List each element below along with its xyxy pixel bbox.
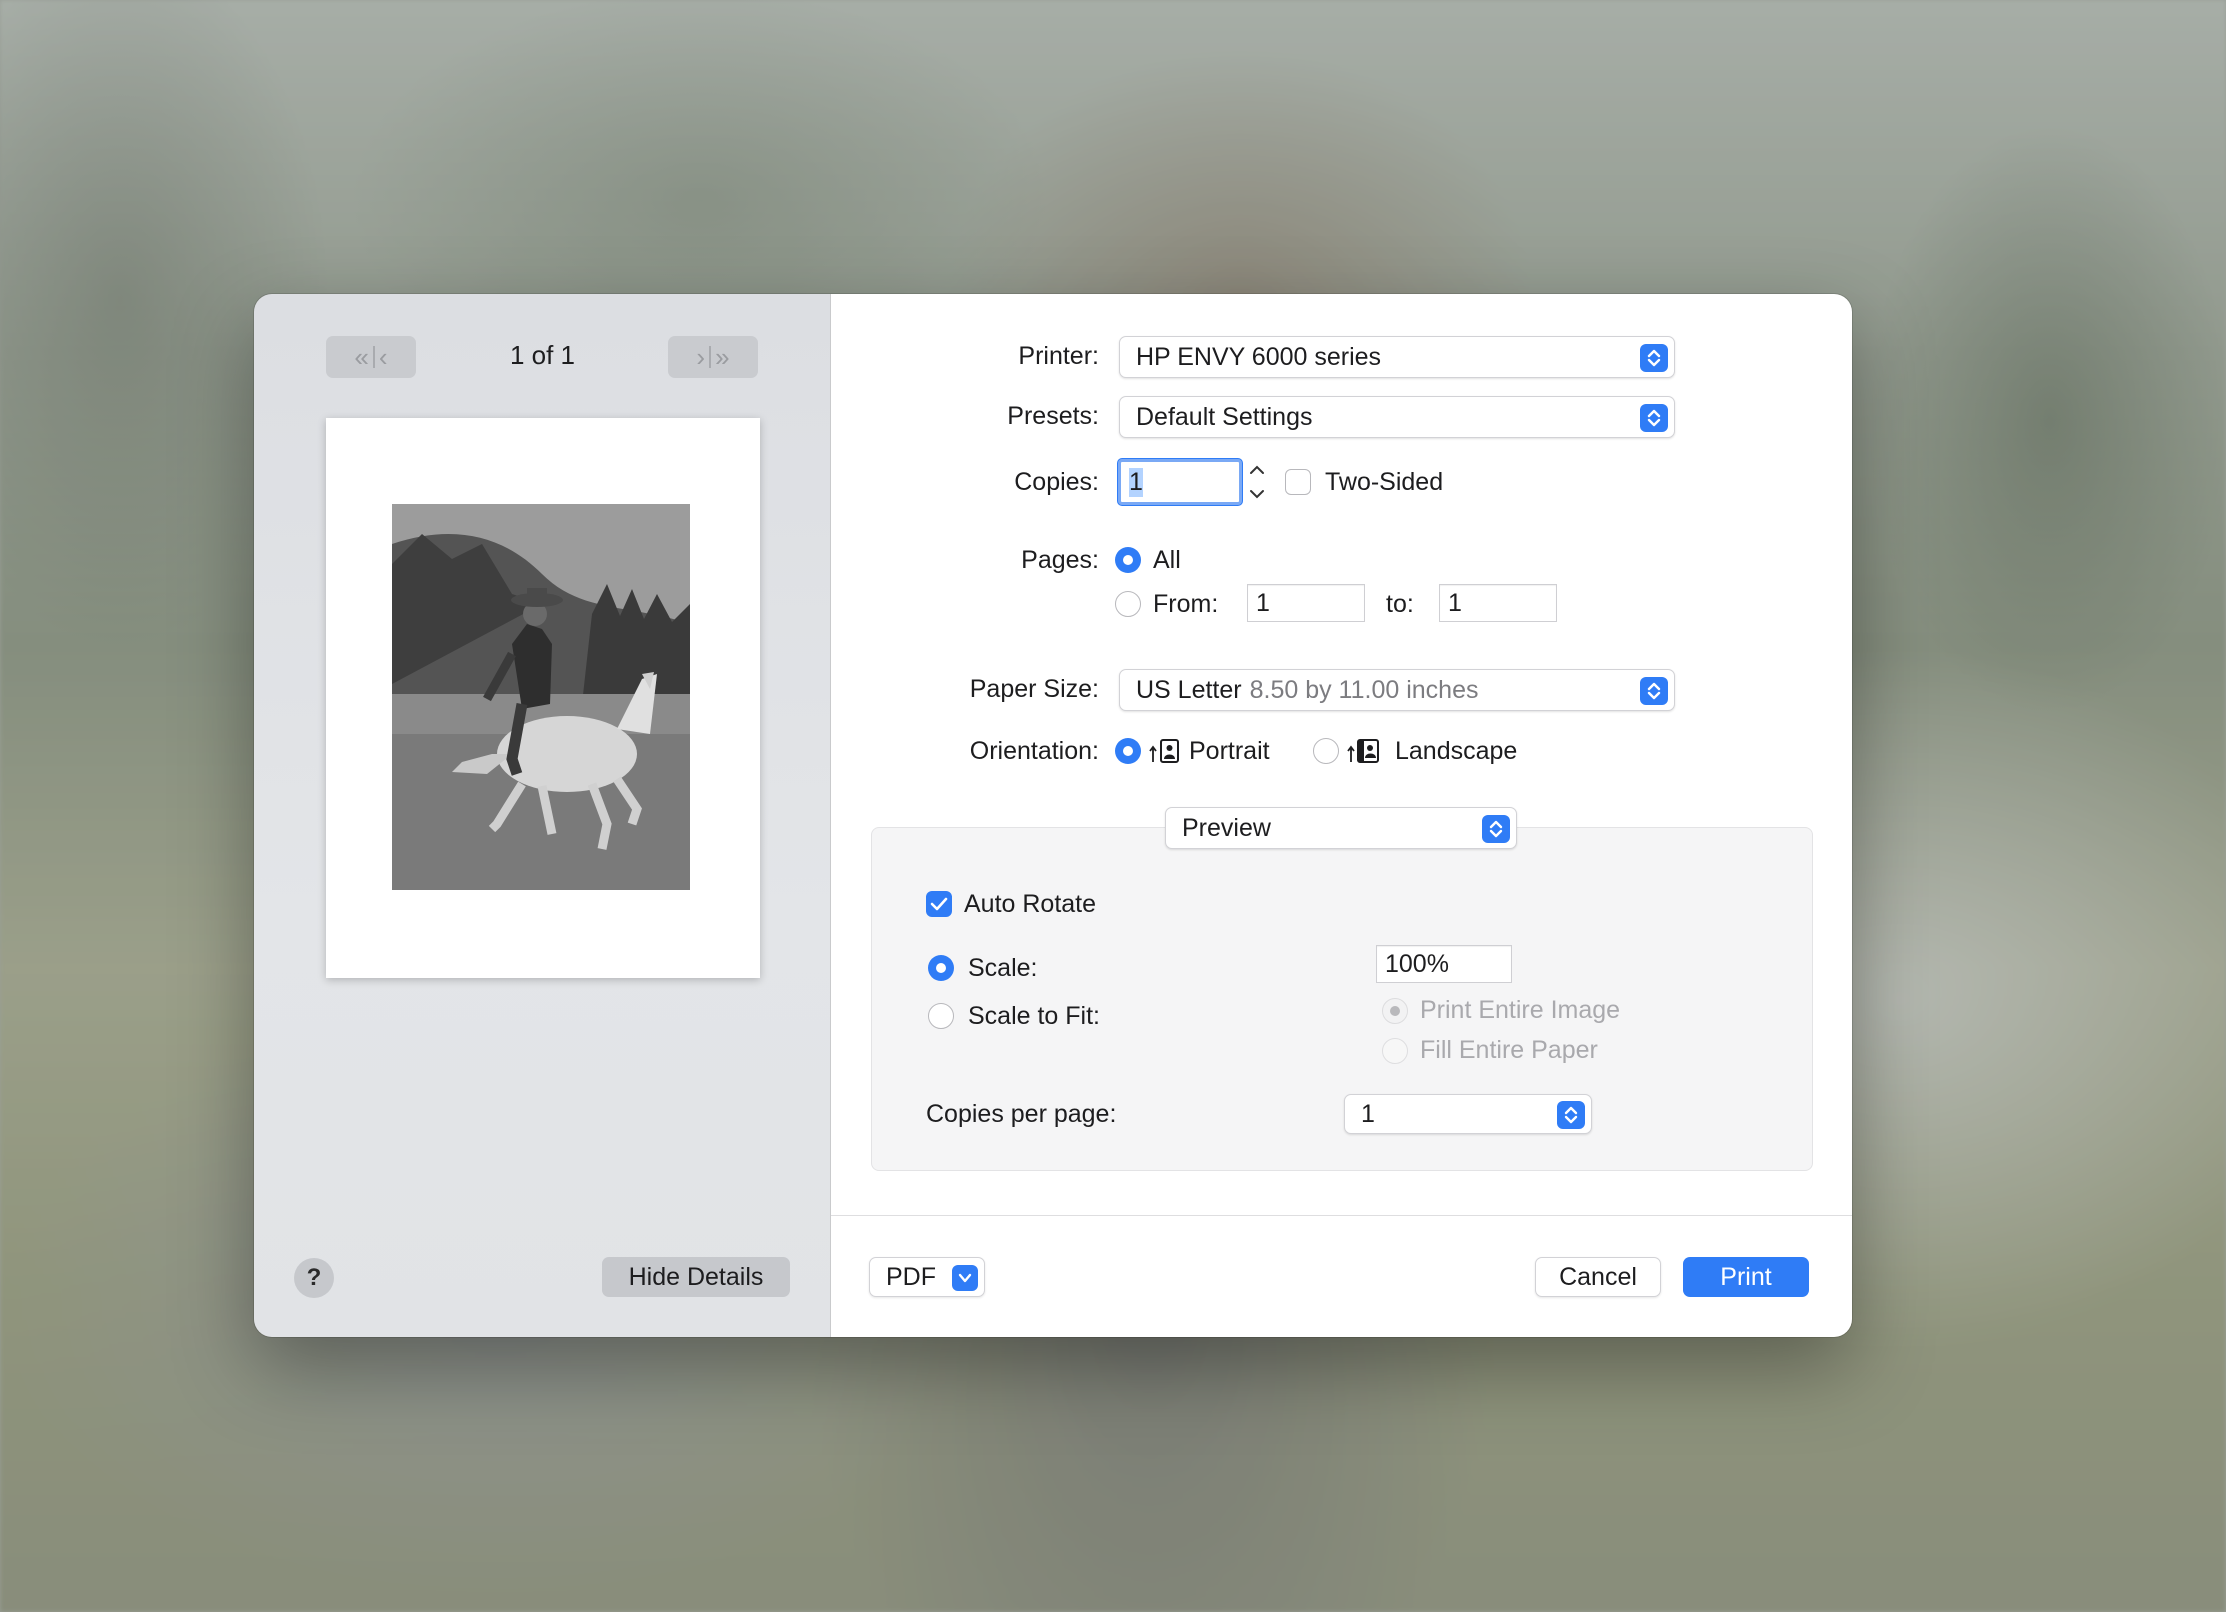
scale-value: 100% bbox=[1385, 949, 1449, 978]
preview-options-section: Auto Rotate Scale: 100% Scale to Fit: Pr… bbox=[871, 827, 1813, 1171]
popup-arrows-icon bbox=[1640, 404, 1668, 432]
printer-popup[interactable]: HP ENVY 6000 series bbox=[1119, 336, 1675, 378]
pages-to-value: 1 bbox=[1448, 588, 1462, 617]
auto-rotate-checkbox[interactable] bbox=[926, 891, 952, 917]
scale-label: Scale: bbox=[968, 954, 1038, 982]
checkmark-icon bbox=[930, 897, 948, 911]
rider-photo-illustration bbox=[392, 504, 690, 890]
last-page-icon[interactable]: » bbox=[715, 342, 729, 373]
print-entire-image-radio[interactable] bbox=[1382, 998, 1408, 1024]
page-forward-buttons[interactable]: › » bbox=[668, 336, 758, 378]
presets-label: Presets: bbox=[1007, 402, 1099, 430]
portrait-icon bbox=[1149, 739, 1179, 763]
pdf-menu-button[interactable]: PDF bbox=[869, 1257, 985, 1297]
pages-to-label: to: bbox=[1386, 590, 1414, 618]
print-entire-image-label: Print Entire Image bbox=[1420, 996, 1621, 1024]
scale-field[interactable]: 100% bbox=[1376, 945, 1512, 983]
two-sided-label: Two-Sided bbox=[1325, 468, 1444, 496]
footer-divider bbox=[831, 1215, 1852, 1216]
copies-value: 1 bbox=[1129, 467, 1143, 497]
pages-to-field[interactable]: 1 bbox=[1439, 584, 1557, 622]
printer-value: HP ENVY 6000 series bbox=[1136, 342, 1382, 371]
popup-arrows-icon bbox=[1640, 677, 1668, 705]
pages-from-radio[interactable] bbox=[1115, 591, 1141, 617]
next-page-icon[interactable]: › bbox=[696, 342, 705, 373]
print-button[interactable]: Print bbox=[1683, 1257, 1809, 1297]
help-button[interactable]: ? bbox=[294, 1258, 334, 1298]
paper-size-popup[interactable]: US Letter 8.50 by 11.00 inches bbox=[1119, 669, 1675, 711]
pages-label: Pages: bbox=[1021, 546, 1099, 574]
scale-to-fit-radio[interactable] bbox=[928, 1003, 954, 1029]
cancel-button[interactable]: Cancel bbox=[1535, 1257, 1661, 1297]
page-preview bbox=[326, 418, 760, 978]
presets-popup[interactable]: Default Settings bbox=[1119, 396, 1675, 438]
fill-entire-paper-radio[interactable] bbox=[1382, 1038, 1408, 1064]
section-selector-popup[interactable]: Preview bbox=[1165, 807, 1517, 849]
auto-rotate-label: Auto Rotate bbox=[964, 890, 1097, 918]
pages-from-label: From: bbox=[1153, 590, 1219, 618]
print-dialog: « ‹ 1 of 1 › » ? Hide Details Printer: H… bbox=[254, 294, 1852, 1337]
scale-radio[interactable] bbox=[928, 955, 954, 981]
popup-arrows-icon bbox=[1557, 1101, 1585, 1129]
paper-size-value: US Letter bbox=[1136, 675, 1242, 704]
copies-per-page-value: 1 bbox=[1361, 1099, 1375, 1128]
preview-pane: « ‹ 1 of 1 › » ? Hide Details bbox=[254, 294, 831, 1337]
two-sided-checkbox[interactable] bbox=[1285, 469, 1311, 495]
copies-field[interactable]: 1 bbox=[1118, 459, 1242, 505]
fill-entire-paper-label: Fill Entire Paper bbox=[1420, 1036, 1598, 1064]
stepper-down-icon[interactable] bbox=[1248, 486, 1266, 502]
pdf-label: PDF bbox=[886, 1262, 936, 1291]
chevron-down-icon bbox=[952, 1265, 978, 1291]
section-selector-value: Preview bbox=[1182, 813, 1271, 842]
paper-size-label: Paper Size: bbox=[969, 675, 1099, 703]
copies-stepper[interactable] bbox=[1246, 462, 1268, 502]
settings-pane: Printer: HP ENVY 6000 series Presets: De… bbox=[831, 294, 1852, 1337]
presets-value: Default Settings bbox=[1136, 402, 1313, 431]
scale-to-fit-label: Scale to Fit: bbox=[968, 1002, 1100, 1030]
pages-all-label: All bbox=[1153, 546, 1181, 574]
landscape-label: Landscape bbox=[1395, 737, 1518, 765]
landscape-radio[interactable] bbox=[1313, 738, 1339, 764]
preview-photo bbox=[392, 504, 690, 890]
pages-from-field[interactable]: 1 bbox=[1247, 584, 1365, 622]
pages-from-value: 1 bbox=[1256, 588, 1270, 617]
printer-label: Printer: bbox=[1018, 342, 1099, 370]
portrait-radio[interactable] bbox=[1115, 738, 1141, 764]
landscape-icon bbox=[1347, 739, 1379, 763]
stepper-up-icon[interactable] bbox=[1248, 462, 1266, 478]
copies-per-page-label: Copies per page: bbox=[926, 1100, 1117, 1128]
nav-separator bbox=[709, 346, 712, 368]
copies-per-page-popup[interactable]: 1 bbox=[1344, 1094, 1592, 1134]
hide-details-button[interactable]: Hide Details bbox=[602, 1257, 790, 1297]
orientation-label: Orientation: bbox=[969, 737, 1099, 765]
paper-size-detail: 8.50 by 11.00 inches bbox=[1249, 675, 1479, 704]
popup-arrows-icon bbox=[1482, 815, 1510, 843]
portrait-label: Portrait bbox=[1189, 737, 1270, 765]
copies-label: Copies: bbox=[1014, 468, 1099, 496]
popup-arrows-icon bbox=[1640, 344, 1668, 372]
pages-all-radio[interactable] bbox=[1115, 547, 1141, 573]
